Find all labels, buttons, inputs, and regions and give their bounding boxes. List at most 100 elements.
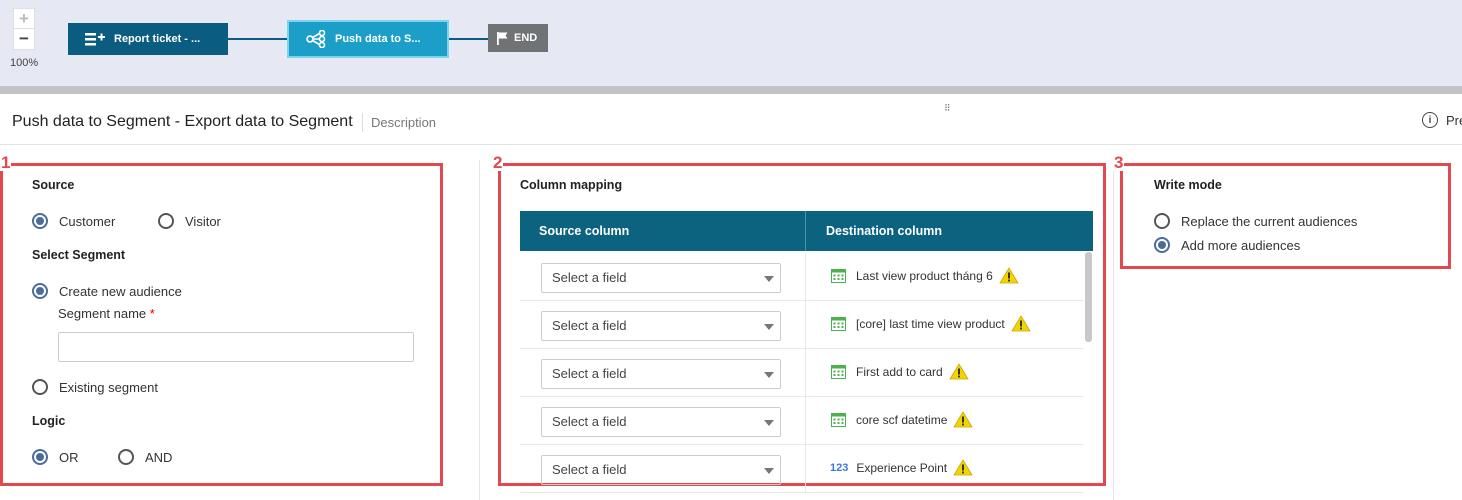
radio-and[interactable]: AND [118, 449, 172, 465]
radio-label: Create new audience [59, 283, 182, 299]
select-segment-title: Select Segment [32, 248, 126, 262]
radio-or[interactable]: OR [32, 449, 79, 465]
logic-title: Logic [32, 414, 66, 428]
calendar-icon [830, 364, 846, 380]
source-column-header: Source column [520, 211, 806, 251]
divider [479, 160, 480, 500]
radio-circle [118, 449, 134, 465]
select-value: Select a field [552, 414, 627, 429]
radio-circle [1154, 237, 1170, 253]
flow-canvas: + − 100% Report ticket - ... Push data t… [0, 0, 1462, 86]
radio-existing-segment[interactable]: Existing segment [32, 379, 158, 395]
mapping-table-header: Source column Destination column [520, 211, 1093, 251]
radio-label: Add more audiences [1181, 237, 1301, 253]
segment-name-label: Segment name * [58, 306, 155, 321]
warning-icon[interactable] [953, 411, 974, 428]
radio-label: Replace the current audiences [1181, 213, 1358, 229]
warning-icon[interactable] [1011, 315, 1031, 332]
radio-label: AND [145, 449, 173, 465]
column-divider [805, 301, 806, 349]
radio-circle [32, 449, 48, 465]
mapping-row: Select a field Last view product tháng 6 [520, 253, 1084, 301]
destination-label: [core] last time view product [856, 316, 1005, 331]
destination-field: First add to card [830, 363, 969, 380]
node-label: Push data to S... [335, 33, 421, 45]
required-mark: * [149, 306, 155, 321]
connector-line [228, 38, 287, 40]
radio-circle [1154, 213, 1170, 229]
source-field-select[interactable]: Select a field [541, 407, 781, 437]
description-link[interactable]: Description [362, 113, 436, 132]
zoom-in-button[interactable]: + [14, 9, 34, 29]
segment-name-input[interactable] [58, 332, 414, 362]
mapping-row: Select a field 123 Experience Point [520, 445, 1084, 493]
radio-visitor[interactable]: Visitor [158, 213, 221, 229]
warning-icon[interactable] [948, 363, 969, 380]
caret-down-icon [764, 324, 774, 330]
column-divider [805, 349, 806, 397]
zoom-control: + − [13, 8, 35, 50]
source-field-select[interactable]: Select a field [541, 359, 781, 389]
radio-label: Customer [59, 213, 116, 229]
divider [0, 144, 1462, 145]
zoom-out-button[interactable]: − [14, 29, 34, 49]
radio-label: Existing segment [59, 379, 158, 395]
calendar-icon [830, 412, 846, 428]
preview-button[interactable]: i Pre [1422, 112, 1462, 128]
divider [1113, 160, 1114, 500]
annotation-number: 1 [0, 153, 12, 172]
select-value: Select a field [552, 462, 627, 477]
select-value: Select a field [552, 318, 627, 333]
scrollbar-thumb[interactable] [1085, 252, 1092, 342]
caret-down-icon [764, 372, 774, 378]
source-field-select[interactable]: Select a field [541, 311, 781, 341]
drag-handle-icon[interactable]: ⠿ [944, 103, 952, 114]
highlight-box-1 [0, 163, 443, 486]
destination-field: [core] last time view product [830, 315, 1031, 332]
destination-column-header: Destination column [826, 224, 942, 238]
mapping-row: Select a field core scf datetime [520, 397, 1084, 445]
warning-icon[interactable] [999, 267, 1019, 284]
select-value: Select a field [552, 366, 627, 381]
select-value: Select a field [552, 270, 627, 285]
calendar-icon [830, 316, 846, 332]
column-divider [805, 445, 806, 493]
radio-add-more-audiences[interactable]: Add more audiences [1154, 237, 1300, 253]
caret-down-icon [764, 468, 774, 474]
mapping-row: Select a field [core] last time view prod… [520, 301, 1084, 349]
radio-replace-audiences[interactable]: Replace the current audiences [1154, 213, 1357, 229]
destination-label: First add to card [856, 364, 943, 379]
destination-field: core scf datetime [830, 411, 974, 428]
source-field-select[interactable]: Select a field [541, 263, 781, 293]
column-divider [805, 397, 806, 445]
share-nodes-icon [305, 30, 327, 48]
source-field-select[interactable]: Select a field [541, 455, 781, 485]
column-divider [805, 253, 806, 301]
flag-icon [496, 29, 508, 47]
flow-node-push-data[interactable]: Push data to S... [287, 20, 449, 58]
annotation-number: 3 [1113, 153, 1125, 172]
destination-label: Last view product tháng 6 [856, 268, 993, 283]
warning-icon[interactable] [953, 459, 973, 476]
flow-node-end[interactable]: END [488, 24, 548, 52]
flow-node-report-ticket[interactable]: Report ticket - ... [68, 23, 228, 55]
write-mode-title: Write mode [1154, 178, 1222, 192]
source-title: Source [32, 178, 75, 192]
radio-circle [32, 283, 48, 299]
info-icon: i [1422, 112, 1438, 128]
radio-customer[interactable]: Customer [32, 213, 115, 229]
radio-circle [32, 379, 48, 395]
panel-splitter[interactable] [0, 86, 1462, 94]
node-label: Report ticket - ... [114, 33, 201, 45]
radio-circle [158, 213, 174, 229]
destination-label: Experience Point [856, 460, 948, 475]
destination-field: Last view product tháng 6 [830, 267, 1019, 284]
radio-label: Visitor [185, 213, 221, 229]
destination-label: core scf datetime [856, 412, 948, 427]
panel-title: Push data to Segment - Export data to Se… [12, 113, 353, 130]
mapping-row: Select a field First add to card [520, 349, 1084, 397]
radio-label: OR [59, 449, 79, 465]
connector-line [449, 38, 488, 40]
radio-create-new-audience[interactable]: Create new audience [32, 283, 182, 299]
column-mapping-title: Column mapping [520, 178, 623, 192]
